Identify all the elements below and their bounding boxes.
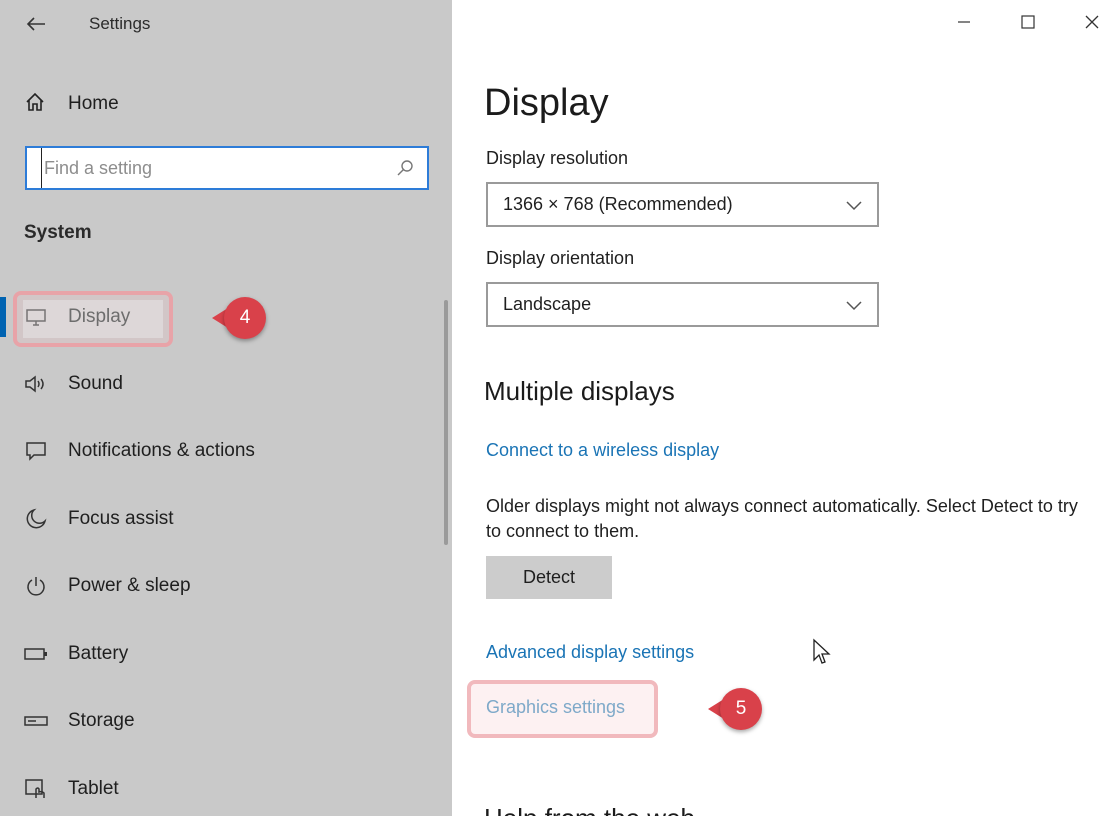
- sidebar-item-label: Sound: [68, 373, 123, 394]
- orientation-dropdown[interactable]: Landscape: [486, 282, 879, 327]
- maximize-button[interactable]: [1008, 8, 1048, 40]
- storage-icon: [24, 709, 48, 733]
- callout-step-4: 4: [212, 297, 266, 339]
- sidebar-item-label: Focus assist: [68, 508, 174, 529]
- sidebar-item-label: Battery: [68, 643, 129, 664]
- home-label: Home: [68, 93, 119, 114]
- app-title: Settings: [89, 14, 151, 33]
- sidebar-item-label: Power & sleep: [68, 575, 191, 596]
- help-heading: Help from the web: [484, 800, 695, 816]
- orientation-value: Landscape: [503, 294, 592, 314]
- sidebar-item-notifications[interactable]: Notifications & actions: [0, 429, 440, 473]
- sidebar-item-label: Notifications & actions: [68, 440, 255, 461]
- back-arrow-icon[interactable]: [24, 12, 48, 36]
- sidebar-item-power-sleep[interactable]: Power & sleep: [0, 564, 440, 608]
- chevron-down-icon: [845, 296, 863, 314]
- callout-number: 4: [224, 297, 266, 339]
- sidebar-item-battery[interactable]: Battery: [0, 632, 440, 676]
- callout-number: 5: [720, 688, 762, 730]
- multiple-displays-heading: Multiple displays: [484, 376, 675, 406]
- callout-step-5: 5: [708, 688, 762, 730]
- older-displays-text: Older displays might not always connect …: [486, 496, 1078, 541]
- sidebar-scrollbar[interactable]: [444, 300, 448, 545]
- section-title: System: [24, 222, 92, 243]
- advanced-display-settings-link[interactable]: Advanced display settings: [486, 642, 694, 663]
- search-input[interactable]: [41, 148, 395, 188]
- resolution-label: Display resolution: [486, 148, 629, 168]
- wireless-display-link[interactable]: Connect to a wireless display: [486, 440, 719, 461]
- sidebar-item-sound[interactable]: Sound: [0, 362, 440, 406]
- moon-icon: [24, 507, 48, 531]
- monitor-icon: [24, 305, 48, 329]
- mouse-cursor-icon: [812, 638, 832, 666]
- speaker-icon: [24, 372, 48, 396]
- active-indicator: [0, 297, 6, 337]
- maximize-icon: [1020, 14, 1036, 35]
- power-icon: [24, 574, 48, 598]
- graphics-settings-link[interactable]: Graphics settings: [486, 697, 625, 718]
- sidebar: Settings Home System Display Sound Notif…: [0, 0, 452, 816]
- search-icon[interactable]: [395, 158, 415, 178]
- page-title: Display: [484, 82, 609, 124]
- orientation-label: Display orientation: [486, 248, 635, 268]
- detect-button[interactable]: Detect: [486, 556, 612, 599]
- minimize-icon: [956, 14, 972, 35]
- sidebar-item-label: Display: [68, 306, 131, 327]
- search-box: [25, 146, 429, 190]
- close-icon: [1084, 14, 1100, 35]
- sidebar-item-label: Tablet: [68, 778, 119, 799]
- sidebar-item-focus-assist[interactable]: Focus assist: [0, 497, 440, 541]
- close-button[interactable]: [1072, 8, 1112, 40]
- tablet-icon: [24, 777, 48, 801]
- chevron-down-icon: [845, 196, 863, 214]
- home-link[interactable]: Home: [24, 90, 119, 118]
- minimize-button[interactable]: [944, 8, 984, 40]
- battery-icon: [24, 642, 48, 666]
- resolution-value: 1366 × 768 (Recommended): [503, 194, 733, 214]
- sidebar-item-tablet[interactable]: Tablet: [0, 767, 440, 811]
- home-icon: [24, 91, 46, 118]
- notification-icon: [24, 439, 48, 463]
- sidebar-item-storage[interactable]: Storage: [0, 699, 440, 743]
- sidebar-item-label: Storage: [68, 710, 135, 731]
- resolution-dropdown[interactable]: 1366 × 768 (Recommended): [486, 182, 879, 227]
